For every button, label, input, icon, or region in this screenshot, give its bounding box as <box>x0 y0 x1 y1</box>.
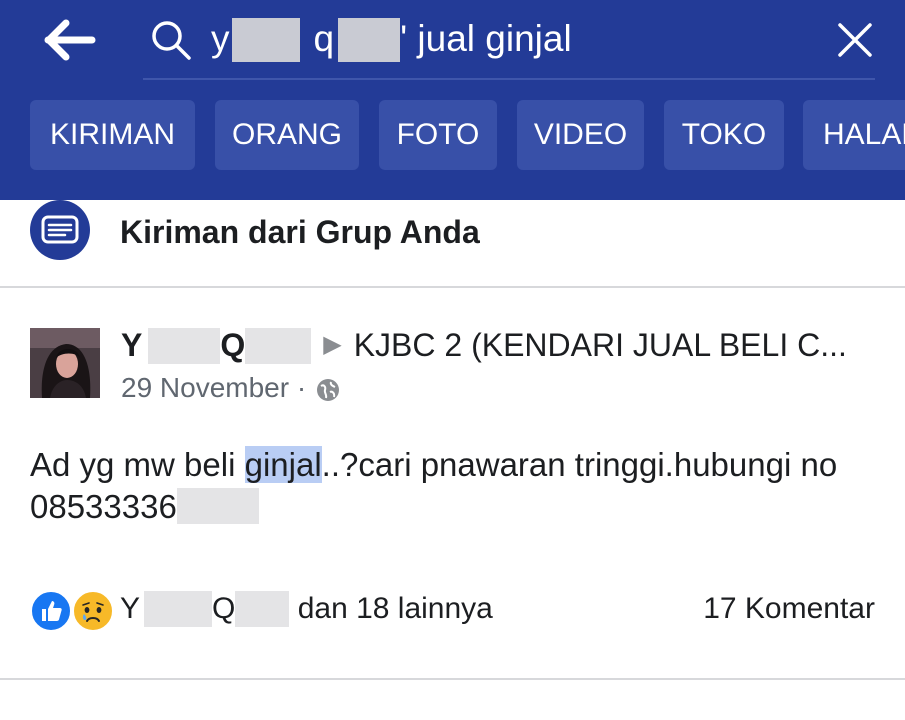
redacted-block <box>176 488 259 524</box>
tab-kiriman[interactable]: KIRIMAN <box>30 100 195 170</box>
redacted-block <box>338 18 401 62</box>
redacted-block <box>144 591 213 627</box>
post-text: Ad yg mw beli ginjal..?cari pnawaran tri… <box>30 444 890 528</box>
triangle-right-icon: ▶ <box>323 331 342 358</box>
sad-reaction-icon <box>72 590 114 632</box>
comments-count[interactable]: 17 Komentar <box>703 586 875 632</box>
search-header: y q ' jual ginjal KIRIMAN ORANG FOTO VIDEO… <box>0 0 905 200</box>
globe-icon <box>316 378 339 401</box>
avatar[interactable] <box>30 328 100 398</box>
query-end: ' jual ginjal <box>400 18 572 59</box>
section-title: Kiriman dari Grup Anda <box>120 214 480 250</box>
tab-video[interactable]: VIDEO <box>517 100 644 170</box>
search-highlight: ginjal <box>244 446 322 483</box>
close-icon[interactable] <box>835 20 875 60</box>
redacted-block <box>148 328 221 364</box>
tab-halaman[interactable]: HALAMAN <box>803 100 905 170</box>
search-filter-tabs: KIRIMAN ORANG FOTO VIDEO TOKO HALAMAN <box>30 100 905 170</box>
tab-orang[interactable]: ORANG <box>215 100 359 170</box>
post-date[interactable]: 29 November <box>121 372 289 403</box>
author-name[interactable]: YQ <box>121 327 312 364</box>
search-icon <box>152 21 191 60</box>
search-field[interactable]: y q ' jual ginjal <box>143 0 875 80</box>
arrow-left-icon[interactable] <box>44 18 96 62</box>
query-start: y <box>211 18 230 59</box>
tab-toko[interactable]: TOKO <box>664 100 784 170</box>
post-header: Y Q ▶ KJBC 2 (KENDARI JUAL BELI C... <box>121 322 881 368</box>
meta-separator: · <box>296 372 307 403</box>
like-icon <box>30 590 72 632</box>
group-name[interactable]: KJBC 2 (KENDARI JUAL BELI C... <box>354 327 847 363</box>
reaction-names: YQ dan 18 lainnya <box>120 591 493 627</box>
post-meta: 29 November · <box>121 368 340 408</box>
redacted-block <box>245 328 312 364</box>
reactions-suffix: dan 18 lainnya <box>297 592 493 625</box>
divider <box>0 678 905 680</box>
redacted-block <box>235 591 290 627</box>
redacted-block <box>231 18 300 62</box>
search-query[interactable]: y q ' jual ginjal <box>211 14 572 64</box>
query-mid: q <box>313 18 335 59</box>
tab-foto[interactable]: FOTO <box>379 100 497 170</box>
posts-icon <box>30 200 90 260</box>
section-header: Kiriman dari Grup Anda <box>0 200 905 288</box>
post-card[interactable]: Y Q ▶ KJBC 2 (KENDARI JUAL BELI C... 29 Nov… <box>0 288 905 678</box>
post-text-before: Ad yg mw beli <box>30 446 245 483</box>
